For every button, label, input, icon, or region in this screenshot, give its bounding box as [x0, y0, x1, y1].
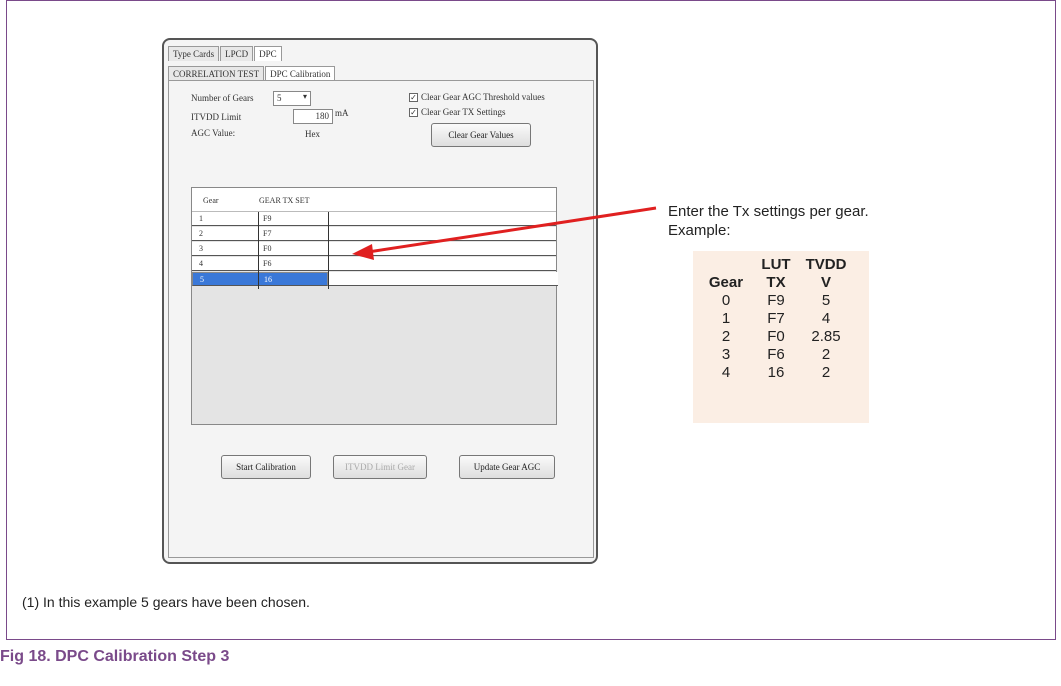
figure-caption: (1) In this example 5 gears have been ch…: [22, 594, 310, 610]
checkmark-icon: ✓: [409, 107, 418, 117]
lut-cell: 2: [721, 327, 731, 345]
tab-correlation-test[interactable]: CORRELATION TEST: [168, 66, 265, 81]
tab-dpc-calibration[interactable]: DPC Calibration: [265, 66, 336, 81]
lut-cell: 2: [821, 345, 831, 363]
checkmark-icon: ✓: [409, 92, 418, 102]
lut-header: TX: [766, 273, 786, 291]
table-row[interactable]: 1 F9: [192, 212, 556, 226]
lut-cell: 3: [721, 345, 731, 363]
table-row[interactable]: 3 F0: [192, 242, 556, 256]
lut-header: Gear: [708, 273, 744, 291]
grid-header: Gear GEAR TX SET: [192, 188, 556, 212]
grid-divider: [328, 212, 329, 289]
note-line-2: Example:: [668, 222, 731, 239]
header-tx-set: GEAR TX SET: [259, 196, 310, 205]
cell-gear: 5: [200, 275, 204, 284]
tab-type-cards[interactable]: Type Cards: [168, 46, 220, 61]
table-row: 4 16 2: [701, 363, 851, 381]
lut-cell: 1: [721, 309, 731, 327]
lut-cell: 16: [767, 363, 785, 381]
cell-gear: 4: [199, 259, 203, 268]
gears-select[interactable]: 5 ▾: [273, 91, 311, 106]
lut-header: V: [820, 273, 831, 291]
lut-table: LUT TVDD Gear TX V 0 F9 5 1 F7 4 2 F0 2.85 3 F6…: [693, 251, 869, 423]
note-line-1: Enter the Tx settings per gear.: [668, 203, 869, 220]
lut-cell: 2.85: [811, 327, 841, 345]
header-gear: Gear: [203, 196, 219, 205]
itvdd-limit-gear-button[interactable]: ITVDD Limit Gear: [333, 455, 427, 479]
dpc-calibration-panel: Number of Gears 5 ▾ ITVDD Limit 180 mA A…: [168, 80, 594, 558]
gears-label: Number of Gears: [191, 93, 254, 103]
lut-cell: F9: [767, 291, 785, 309]
lut-header: TVDD: [805, 255, 847, 273]
lut-cell: 4: [821, 309, 831, 327]
lut-header: [701, 255, 751, 273]
tab-dpc[interactable]: DPC: [254, 46, 282, 61]
lut-cell: F0: [767, 327, 785, 345]
gears-select-value: 5: [277, 93, 282, 103]
clear-agc-label: Clear Gear AGC Threshold values: [421, 92, 545, 102]
clear-tx-checkbox[interactable]: ✓ Clear Gear TX Settings: [409, 107, 506, 117]
lut-cell: 4: [721, 363, 731, 381]
itvdd-label: ITVDD Limit: [191, 112, 242, 122]
table-row: 3 F6 2: [701, 345, 851, 363]
lut-cell: 0: [721, 291, 731, 309]
table-row: 1 F7 4: [701, 309, 851, 327]
update-gear-agc-button[interactable]: Update Gear AGC: [459, 455, 555, 479]
cell-tx[interactable]: F0: [260, 242, 271, 256]
cell-gear: 1: [199, 214, 203, 223]
tab-lpcd[interactable]: LPCD: [220, 46, 254, 61]
chevron-down-icon: ▾: [302, 92, 307, 101]
row-fill: [328, 272, 558, 286]
cell-gear: 2: [199, 229, 203, 238]
app-window: Type Cards LPCD DPC CORRELATION TEST DPC…: [162, 38, 598, 564]
agc-unit: Hex: [305, 129, 320, 139]
cell-tx[interactable]: F7: [260, 227, 271, 241]
clear-tx-label: Clear Gear TX Settings: [421, 107, 506, 117]
table-row[interactable]: 2 F7: [192, 227, 556, 241]
lut-cell: 5: [821, 291, 831, 309]
sub-tabs: CORRELATION TEST DPC Calibration: [168, 66, 336, 81]
itvdd-input[interactable]: 180: [293, 109, 333, 124]
cell-tx[interactable]: F9: [260, 212, 271, 226]
clear-gear-values-button[interactable]: Clear Gear Values: [431, 123, 531, 147]
lut-cell: 2: [821, 363, 831, 381]
start-calibration-button[interactable]: Start Calibration: [221, 455, 311, 479]
clear-agc-checkbox[interactable]: ✓ Clear Gear AGC Threshold values: [409, 92, 545, 102]
cell-tx[interactable]: F6: [260, 257, 271, 271]
itvdd-unit: mA: [335, 108, 349, 118]
main-tabs: Type Cards LPCD DPC: [168, 46, 283, 61]
cell-gear: 3: [199, 244, 203, 253]
table-row: 0 F9 5: [701, 291, 851, 309]
table-row[interactable]: 4 F6: [192, 257, 556, 271]
gear-grid: Gear GEAR TX SET 1 F9 2 F7 3 F0 4 F6 5 1…: [191, 187, 558, 425]
annotation-note: Enter the Tx settings per gear. Example:: [668, 202, 869, 240]
grid-divider: [258, 212, 259, 289]
table-row: 2 F0 2.85: [701, 327, 851, 345]
lut-cell: F7: [767, 309, 785, 327]
cell-tx[interactable]: 16: [261, 273, 272, 287]
table-row-selected[interactable]: 5 16: [192, 272, 328, 286]
figure-title: Fig 18. DPC Calibration Step 3: [0, 648, 230, 665]
lut-cell: F6: [767, 345, 785, 363]
agc-label: AGC Value:: [191, 128, 236, 138]
lut-header: LUT: [761, 255, 791, 273]
